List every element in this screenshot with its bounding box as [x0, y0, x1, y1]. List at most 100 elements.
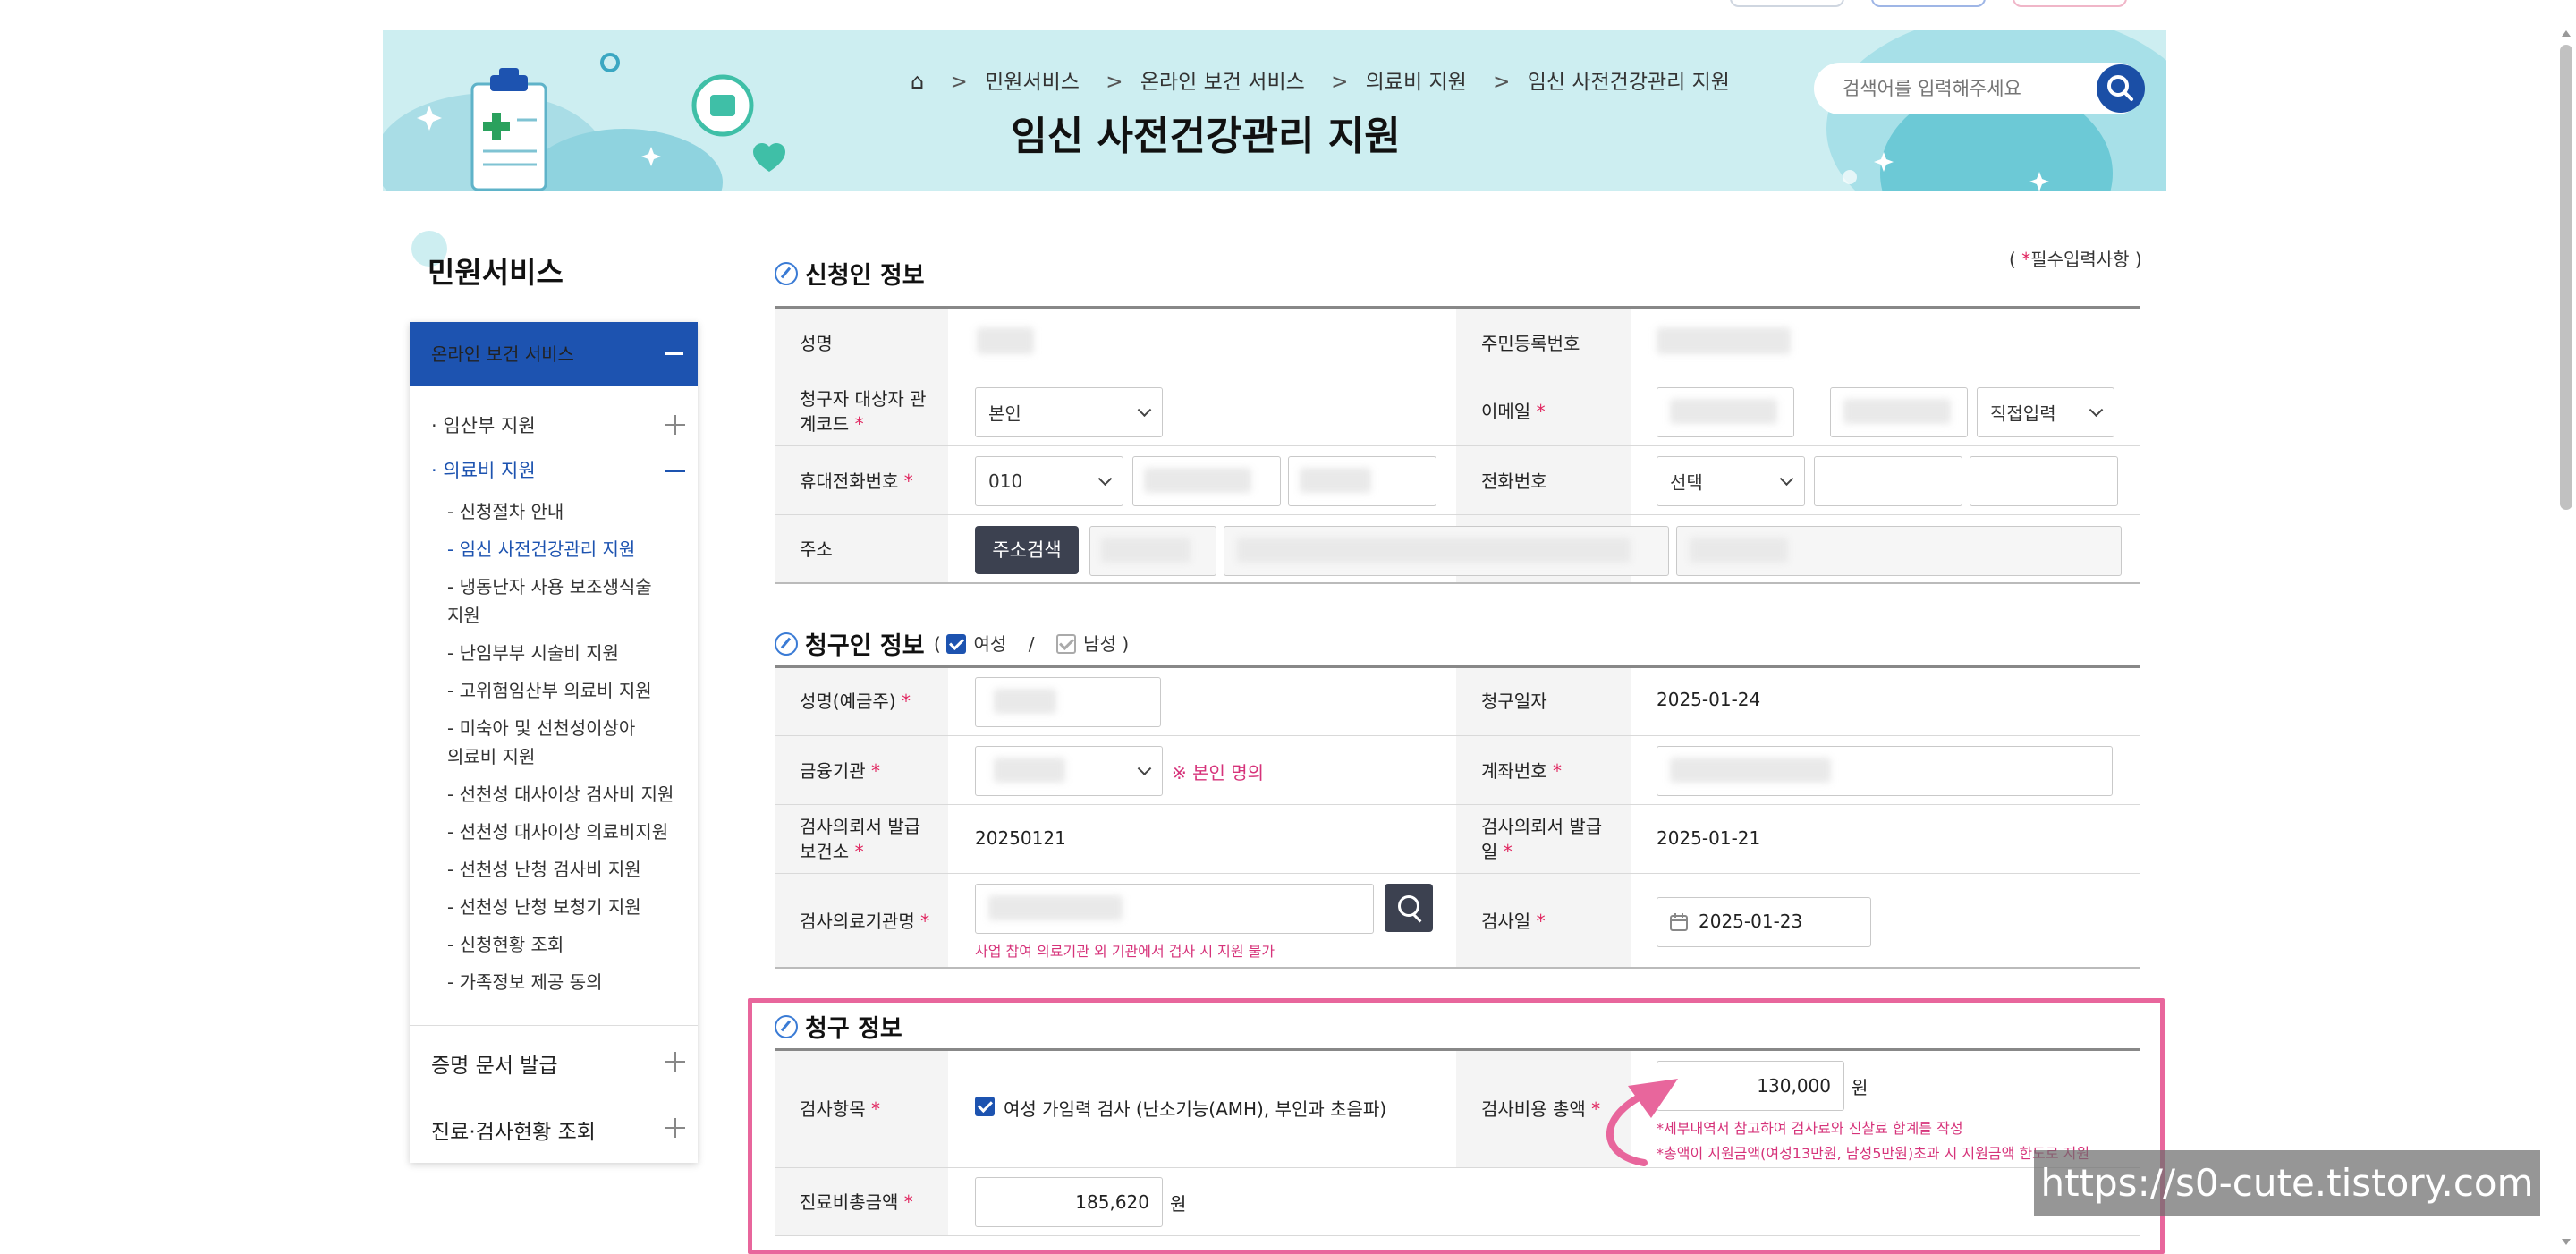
label-address: 주소 — [800, 538, 833, 560]
scrollbar-thumb[interactable] — [2560, 45, 2572, 510]
label-test-item: 검사항목 * — [800, 1098, 880, 1120]
sidebar-subitem[interactable]: - 냉동난자 사용 보조생식술 지원 — [447, 572, 662, 630]
sidebar-subitem[interactable]: - 선천성 난청 검사비 지원 — [447, 855, 641, 884]
female-checkbox[interactable] — [946, 634, 967, 654]
top-button-2[interactable] — [1871, 0, 1986, 7]
test-date-input[interactable]: 2025-01-23 — [1657, 897, 1871, 947]
address-search-button[interactable]: 주소검색 — [975, 526, 1079, 574]
account-number-input[interactable] — [1657, 746, 2113, 796]
test-item-label: 여성 가임력 검사 (난소기능(AMH), 부인과 초음파) — [1004, 1098, 1387, 1120]
label-account: 계좌번호 * — [1481, 760, 1562, 782]
hospital-name-input[interactable] — [975, 884, 1374, 934]
address-detail-input[interactable] — [1676, 526, 2122, 576]
page-banner: ⌂ > 민원서비스 > 온라인 보건 서비스 > 의료비 지원 > 임신 사전건… — [383, 30, 2166, 191]
sidebar-subitem[interactable]: - 선천성 대사이상 검사비 지원 — [447, 780, 674, 809]
mobile-middle-input[interactable] — [1132, 456, 1281, 506]
section-title-claimant: 청구인 정보 — [775, 626, 925, 661]
home-icon[interactable]: ⌂ — [911, 69, 924, 94]
bank-select[interactable] — [975, 746, 1163, 796]
sidebar-subitem[interactable]: - 가족정보 제공 동의 — [447, 968, 603, 996]
expand-icon[interactable] — [665, 1052, 685, 1072]
label-mobile: 휴대전화번호 * — [800, 470, 913, 492]
search-input[interactable] — [1841, 72, 2077, 106]
label-email: 이메일 * — [1481, 401, 1546, 422]
search-icon — [1398, 895, 1419, 917]
sidebar-subitem[interactable]: - 고위험임산부 의료비 지원 — [447, 676, 652, 705]
breadcrumb-item-2[interactable]: 온라인 보건 서비스 — [1140, 71, 1305, 94]
issue-date-value: 2025-01-21 — [1657, 827, 1761, 849]
hospital-search-button[interactable] — [1385, 884, 1433, 932]
label-test-date: 검사일 * — [1481, 911, 1546, 932]
label-bank: 금융기관 * — [800, 760, 880, 782]
edit-icon — [775, 1015, 798, 1038]
male-checkbox[interactable] — [1055, 634, 1076, 654]
calendar-icon — [1670, 913, 1688, 931]
breadcrumb: ⌂ > 민원서비스 > 온라인 보건 서비스 > 의료비 지원 > 임신 사전건… — [911, 69, 1730, 94]
sidebar-subitem[interactable]: - 미숙아 및 선천성이상아 의료비 지원 — [447, 714, 655, 771]
breadcrumb-item-4[interactable]: 임신 사전건강관리 지원 — [1528, 71, 1730, 94]
total-cost-input[interactable]: 185,620 — [975, 1177, 1163, 1227]
label-issuer: 검사의뢰서 발급 보건소 * — [800, 816, 921, 862]
sidebar-group-records[interactable]: 진료·검사현황 조회 — [431, 1114, 596, 1145]
label-name: 성명 — [800, 333, 833, 354]
label-phone: 전화번호 — [1481, 470, 1547, 492]
claim-date-value: 2025-01-24 — [1657, 689, 1761, 710]
label-hospital: 검사의료기관명 * — [800, 911, 930, 932]
email-id-input[interactable] — [1657, 387, 1794, 437]
total-cost-unit: 원 — [1170, 1193, 1187, 1215]
hospital-note: 사업 참여 의료기관 외 기관에서 검사 시 지원 불가 — [975, 943, 1275, 960]
test-cost-note-1: *세부내역서 참고하여 검사료와 진찰료 합계를 작성 — [1657, 1120, 1963, 1137]
top-button-3[interactable] — [2012, 0, 2127, 7]
mobile-last-input[interactable] — [1288, 456, 1436, 506]
section-title-applicant: 신청인 정보 — [775, 256, 925, 291]
scroll-down-arrow-icon[interactable] — [2560, 1234, 2572, 1247]
label-rrn: 주민등록번호 — [1481, 333, 1580, 354]
sidebar-group-certificates[interactable]: 증명 문서 발급 — [431, 1048, 558, 1079]
edit-icon — [775, 632, 798, 656]
sidebar-item-pregnant-support[interactable]: · 임산부 지원 — [431, 411, 536, 438]
sidebar-group-online-health[interactable]: 온라인 보건 서비스 — [410, 322, 698, 386]
phone-prefix-select[interactable]: 선택 — [1657, 456, 1805, 506]
mobile-prefix-select[interactable]: 010 — [975, 456, 1123, 506]
address-input[interactable] — [1224, 526, 1669, 576]
sidebar-subitem[interactable]: - 선천성 대사이상 의료비지원 — [447, 818, 668, 846]
label-issue-date: 검사의뢰서 발급일 * — [1481, 816, 1603, 862]
collapse-icon[interactable] — [665, 470, 685, 472]
phone-last-input[interactable] — [1970, 456, 2118, 506]
sidebar-subitem[interactable]: - 신청절차 안내 — [447, 497, 564, 526]
sidebar-item-medical-support[interactable]: · 의료비 지원 — [431, 456, 536, 483]
search-box — [1814, 63, 2145, 114]
relation-select[interactable]: 본인 — [975, 387, 1163, 437]
watermark: https://s0-cute.tistory.com — [2034, 1150, 2540, 1216]
test-cost-unit: 원 — [1852, 1077, 1868, 1098]
phone-middle-input[interactable] — [1814, 456, 1962, 506]
sparkle-decoration-icon — [1843, 152, 2049, 191]
test-item-checkbox[interactable] — [975, 1097, 995, 1116]
expand-icon[interactable] — [665, 415, 685, 435]
top-button-1[interactable] — [1730, 0, 1844, 7]
depositor-name-input[interactable] — [975, 677, 1161, 727]
email-domain-input[interactable] — [1830, 387, 1968, 437]
search-button[interactable] — [2097, 64, 2145, 113]
search-icon — [2107, 75, 2133, 101]
edit-icon — [775, 262, 798, 285]
required-note: ( *필수입력사항 ) — [2009, 249, 2142, 270]
sidebar-menu: 온라인 보건 서비스 · 임산부 지원 · 의료비 지원 - 신청절차 안내 -… — [410, 322, 698, 1163]
sidebar-subitem[interactable]: - 신청현황 조회 — [447, 930, 564, 959]
label-claim-date: 청구일자 — [1481, 691, 1547, 712]
scroll-up-arrow-icon[interactable] — [2560, 27, 2572, 39]
expand-icon[interactable] — [665, 1118, 685, 1138]
sidebar-subitem[interactable]: - 난임부부 시술비 지원 — [447, 639, 619, 667]
bank-owner-note: ※ 본인 명의 — [1172, 762, 1265, 784]
sidebar-title: 민원서비스 — [428, 255, 564, 290]
email-domain-select[interactable]: 직접입력 — [1977, 387, 2114, 437]
breadcrumb-item-1[interactable]: 민원서비스 — [985, 71, 1080, 94]
sidebar-subitem-active[interactable]: - 임신 사전건강관리 지원 — [447, 535, 635, 563]
label-relation: 청구자 대상자 관계코드 * — [800, 388, 927, 435]
zipcode-input[interactable] — [1089, 526, 1216, 576]
breadcrumb-item-3[interactable]: 의료비 지원 — [1366, 71, 1467, 94]
test-cost-note-2: *총액이 지원금액(여성13만원, 남성5만원)초과 시 지원금액 한도로 지원 — [1657, 1145, 2090, 1162]
label-total-cost: 진료비총금액 * — [800, 1191, 913, 1213]
sidebar-subitem[interactable]: - 선천성 난청 보청기 지원 — [447, 893, 641, 921]
clipboard-illustration-icon — [417, 53, 785, 191]
